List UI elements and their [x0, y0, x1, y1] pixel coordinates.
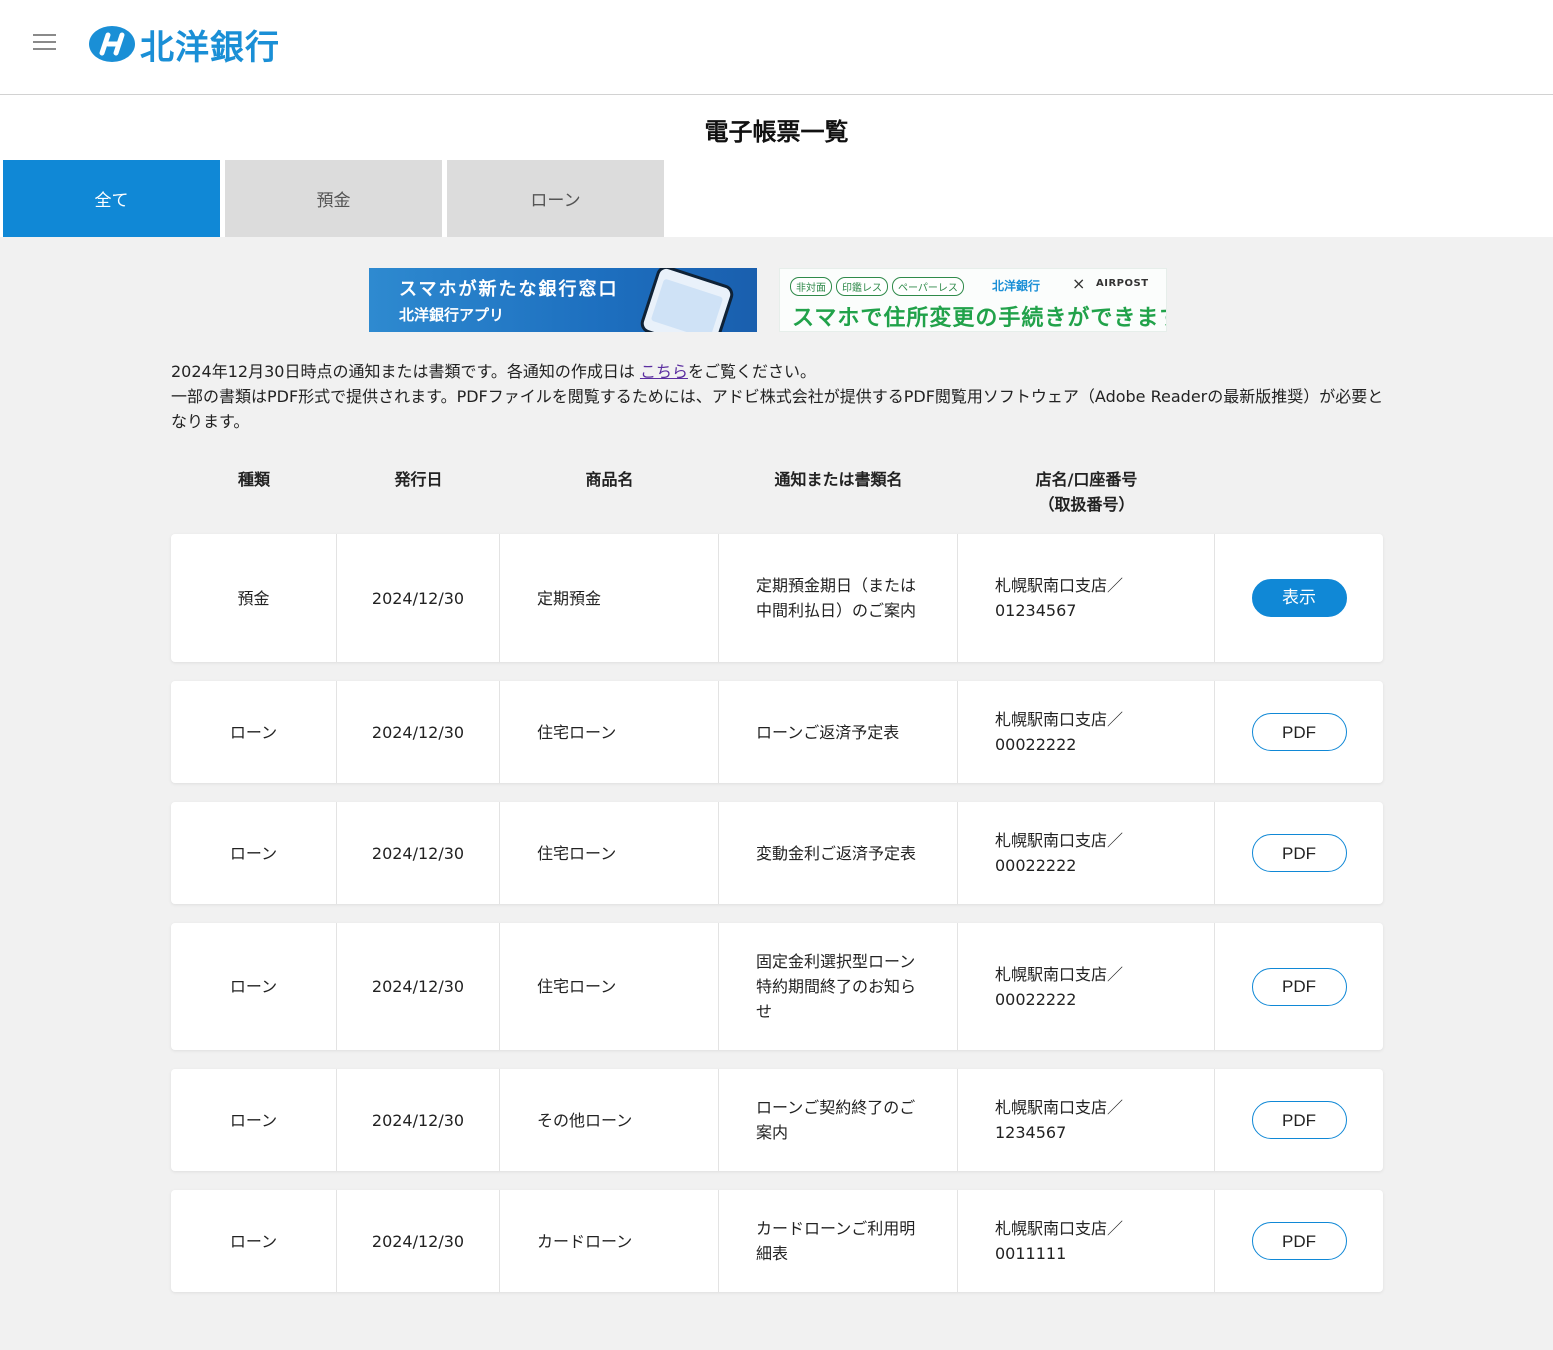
header-date: 発行日: [394, 470, 443, 489]
bank-logo[interactable]: 北洋銀行: [88, 22, 280, 68]
tab-all[interactable]: 全て: [3, 160, 220, 237]
cell-product: 住宅ローン: [500, 923, 719, 1050]
cell-document: ローンご返済予定表: [719, 681, 958, 783]
header-product: 商品名: [585, 470, 634, 489]
pdf-button[interactable]: PDF: [1251, 967, 1347, 1006]
cell-action: PDF: [1215, 1069, 1383, 1171]
info-line-2: 一部の書類はPDF形式で提供されます。PDFファイルを閲覧するためには、アドビ株…: [171, 387, 1384, 431]
cell-branch: 札幌駅南口支店／ 00022222: [958, 923, 1215, 1050]
tab-loan[interactable]: ローン: [447, 160, 664, 237]
feature-tag: 印鑑レス: [836, 277, 888, 296]
pdf-button[interactable]: PDF: [1251, 713, 1347, 751]
cell-action: PDF: [1215, 681, 1383, 783]
cell-product: 定期預金: [500, 534, 719, 662]
cell-type: ローン: [171, 1190, 337, 1292]
bank-name: 北洋銀行: [140, 27, 280, 68]
cell-document: カードローンご利用明細表: [719, 1190, 958, 1292]
cell-document: ローンご契約終了のご案内: [719, 1069, 958, 1171]
app-banner-headline: スマホが新たな銀行窓口: [399, 279, 619, 300]
table-row: ローン 2024/12/30 住宅ローン 固定金利選択型ローン特約期間終了のお知…: [171, 923, 1383, 1050]
app-header: 北洋銀行: [0, 0, 1553, 95]
smartphone-icon: [638, 268, 736, 332]
cell-type: ローン: [171, 681, 337, 783]
header-branch: 店名/口座番号 （取扱番号）: [1035, 470, 1138, 514]
airpost-banner-headline: スマホで住所変更の手続きができます！: [792, 306, 1167, 331]
airpost-logo: AIRPOST: [1096, 278, 1149, 289]
bank-logo-mark-icon: [89, 26, 135, 62]
cell-product: その他ローン: [500, 1069, 719, 1171]
cell-date: 2024/12/30: [337, 681, 500, 783]
pdf-button[interactable]: PDF: [1251, 1222, 1347, 1260]
info-text: 2024年12月30日時点の通知または書類です。各通知の作成日は こちらをご覧く…: [171, 359, 1391, 434]
feature-tag: ペーパーレス: [892, 277, 964, 296]
cell-branch: 札幌駅南口支店／ 01234567: [958, 534, 1215, 662]
cell-date: 2024/12/30: [337, 1190, 500, 1292]
cell-date: 2024/12/30: [337, 802, 500, 904]
cell-document: 定期預金期日（または中間利払日）のご案内: [719, 534, 958, 662]
cell-product: 住宅ローン: [500, 681, 719, 783]
airpost-banner[interactable]: 非対面 印鑑レス ペーパーレス 北洋銀行 × AIRPOST スマホで住所変更の…: [779, 268, 1167, 332]
airpost-banner-cross: ×: [1072, 274, 1086, 293]
page-title: 電子帳票一覧: [704, 118, 849, 146]
cell-branch: 札幌駅南口支店／ 00022222: [958, 681, 1215, 783]
cell-type: ローン: [171, 802, 337, 904]
creation-date-link[interactable]: こちら: [640, 362, 688, 381]
info-line-1: 2024年12月30日時点の通知または書類です。各通知の作成日は こちらをご覧く…: [171, 362, 816, 381]
cell-action: PDF: [1215, 1190, 1383, 1292]
pdf-button[interactable]: PDF: [1251, 1101, 1347, 1139]
cell-type: 預金: [171, 534, 337, 662]
cell-action: 表示: [1215, 534, 1383, 662]
feature-tag: 非対面: [790, 277, 832, 296]
cell-branch: 札幌駅南口支店／ 1234567: [958, 1069, 1215, 1171]
cell-branch: 札幌駅南口支店／ 00022222: [958, 802, 1215, 904]
menu-icon[interactable]: [33, 34, 56, 50]
header-document: 通知または書類名: [774, 470, 903, 489]
header-type: 種類: [237, 470, 270, 489]
table-row: ローン 2024/12/30 その他ローン ローンご契約終了のご案内 札幌駅南口…: [171, 1069, 1383, 1171]
airpost-banner-bank: 北洋銀行: [992, 279, 1041, 293]
table-row: ローン 2024/12/30 住宅ローン 変動金利ご返済予定表 札幌駅南口支店／…: [171, 802, 1383, 904]
table-row: ローン 2024/12/30 カードローン カードローンご利用明細表 札幌駅南口…: [171, 1190, 1383, 1292]
tab-deposit[interactable]: 預金: [225, 160, 442, 237]
cell-branch: 札幌駅南口支店／ 0011111: [958, 1190, 1215, 1292]
cell-action: PDF: [1215, 923, 1383, 1050]
app-banner-subline: 北洋銀行アプリ: [399, 306, 505, 324]
cell-date: 2024/12/30: [337, 1069, 500, 1171]
cell-product: 住宅ローン: [500, 802, 719, 904]
cell-date: 2024/12/30: [337, 923, 500, 1050]
cell-document: 固定金利選択型ローン特約期間終了のお知らせ: [719, 923, 958, 1050]
cell-action: PDF: [1215, 802, 1383, 904]
cell-type: ローン: [171, 1069, 337, 1171]
pdf-button[interactable]: PDF: [1251, 834, 1347, 872]
view-button[interactable]: 表示: [1251, 579, 1347, 617]
cell-product: カードローン: [500, 1190, 719, 1292]
cell-document: 変動金利ご返済予定表: [719, 802, 958, 904]
app-banner[interactable]: スマホが新たな銀行窓口 北洋銀行アプリ: [369, 268, 757, 332]
cell-date: 2024/12/30: [337, 534, 500, 662]
table-row: 預金 2024/12/30 定期預金 定期預金期日（または中間利払日）のご案内 …: [171, 534, 1383, 662]
cell-type: ローン: [171, 923, 337, 1050]
table-row: ローン 2024/12/30 住宅ローン ローンご返済予定表 札幌駅南口支店／ 0…: [171, 681, 1383, 783]
feature-tags: 非対面 印鑑レス ペーパーレス: [790, 277, 964, 296]
title-area: 電子帳票一覧 全て 預金 ローン: [0, 95, 1553, 237]
